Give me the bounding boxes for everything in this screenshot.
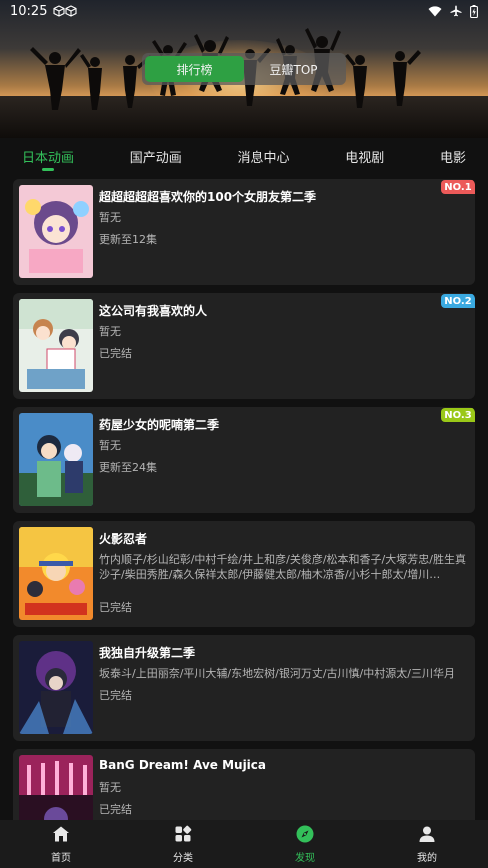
compass-icon — [296, 825, 314, 847]
item-cast: 暂无 — [99, 439, 121, 452]
rank-badge: NO.1 — [441, 180, 475, 194]
wifi-icon — [428, 5, 442, 17]
item-status: 已完结 — [99, 347, 132, 360]
list-item[interactable]: 这公司有我喜欢的人 暂无 已完结 NO.2 — [13, 293, 475, 399]
bottom-navigation: 首页 分类 发现 我的 — [0, 820, 488, 868]
battery-icon — [470, 4, 478, 18]
status-bar: 10:25 — [0, 0, 488, 22]
nav-discover[interactable]: 发现 — [244, 820, 366, 868]
item-status: 更新至12集 — [99, 233, 157, 246]
item-status: 已完结 — [99, 689, 132, 702]
nav-discover-label: 发现 — [295, 852, 315, 864]
tab-japanese-anime[interactable]: 日本动画 — [22, 138, 74, 174]
airplane-icon — [450, 5, 462, 17]
list-item[interactable]: 我独自升级第二季 坂泰斗/上田丽奈/平川大辅/东地宏树/银河万丈/古川慎/中村源… — [13, 635, 475, 741]
item-title: BanG Dream! Ave Mujica — [99, 758, 267, 772]
item-cast: 竹内顺子/杉山纪彰/中村千绘/井上和彦/关俊彦/松本和香子/大塚芳忠/胜生真沙子… — [99, 553, 466, 581]
user-icon — [418, 825, 436, 847]
item-title: 药屋少女的呢喃第二季 — [99, 418, 220, 432]
item-status: 已完结 — [99, 601, 132, 614]
category-tabs: 日本动画 国产动画 消息中心 电视剧 电影 — [0, 138, 488, 174]
category-icon — [174, 825, 192, 847]
nav-home-label: 首页 — [51, 852, 71, 864]
rank-badge: NO.2 — [441, 294, 475, 308]
item-cast: 暂无 — [99, 781, 121, 794]
list-item[interactable]: 火影忍者 竹内顺子/杉山纪彰/中村千绘/井上和彦/关俊彦/松本和香子/大塚芳忠/… — [13, 521, 475, 627]
nav-home[interactable]: 首页 — [0, 820, 122, 868]
tab-message-center[interactable]: 消息中心 — [237, 138, 289, 174]
item-title: 超超超超超喜欢你的100个女朋友第二季 — [99, 190, 317, 204]
nav-profile-label: 我的 — [417, 852, 437, 864]
tab-chinese-anime[interactable]: 国产动画 — [130, 138, 182, 174]
item-cast: 坂泰斗/上田丽奈/平川大辅/东地宏树/银河万丈/古川慎/中村源太/三川华月 — [99, 667, 455, 680]
segment-ranking[interactable]: 排行榜 — [145, 56, 244, 82]
poster-image — [19, 299, 93, 392]
cube-icon — [53, 5, 66, 17]
segment-douban-top[interactable]: 豆瓣TOP — [244, 56, 343, 82]
item-cast: 暂无 — [99, 325, 121, 338]
ranking-list: 超超超超超喜欢你的100个女朋友第二季 暂无 更新至12集 NO.1 这公司有我… — [13, 179, 475, 863]
poster-image — [19, 641, 93, 734]
item-title: 这公司有我喜欢的人 — [99, 304, 208, 318]
tab-movies[interactable]: 电影 — [440, 138, 466, 174]
item-status: 更新至24集 — [99, 461, 157, 474]
poster-image — [19, 185, 93, 278]
item-cast: 暂无 — [99, 211, 121, 224]
status-time: 10:25 — [10, 3, 48, 19]
item-title: 我独自升级第二季 — [99, 646, 196, 660]
hero-banner: 10:25 排行榜 豆瓣TOP — [0, 0, 488, 138]
poster-image — [19, 413, 93, 506]
tab-tv-series[interactable]: 电视剧 — [345, 138, 384, 174]
home-icon — [52, 825, 70, 847]
nav-profile[interactable]: 我的 — [366, 820, 488, 868]
ranking-segment-control: 排行榜 豆瓣TOP — [142, 53, 346, 85]
item-status: 已完结 — [99, 803, 132, 816]
nav-category-label: 分类 — [173, 852, 193, 864]
list-item[interactable]: 超超超超超喜欢你的100个女朋友第二季 暂无 更新至12集 NO.1 — [13, 179, 475, 285]
item-title: 火影忍者 — [99, 532, 148, 546]
rank-badge: NO.3 — [441, 408, 475, 422]
list-item[interactable]: 药屋少女的呢喃第二季 暂无 更新至24集 NO.3 — [13, 407, 475, 513]
cube-outline-icon — [65, 5, 78, 17]
nav-category[interactable]: 分类 — [122, 820, 244, 868]
poster-image — [19, 527, 93, 620]
